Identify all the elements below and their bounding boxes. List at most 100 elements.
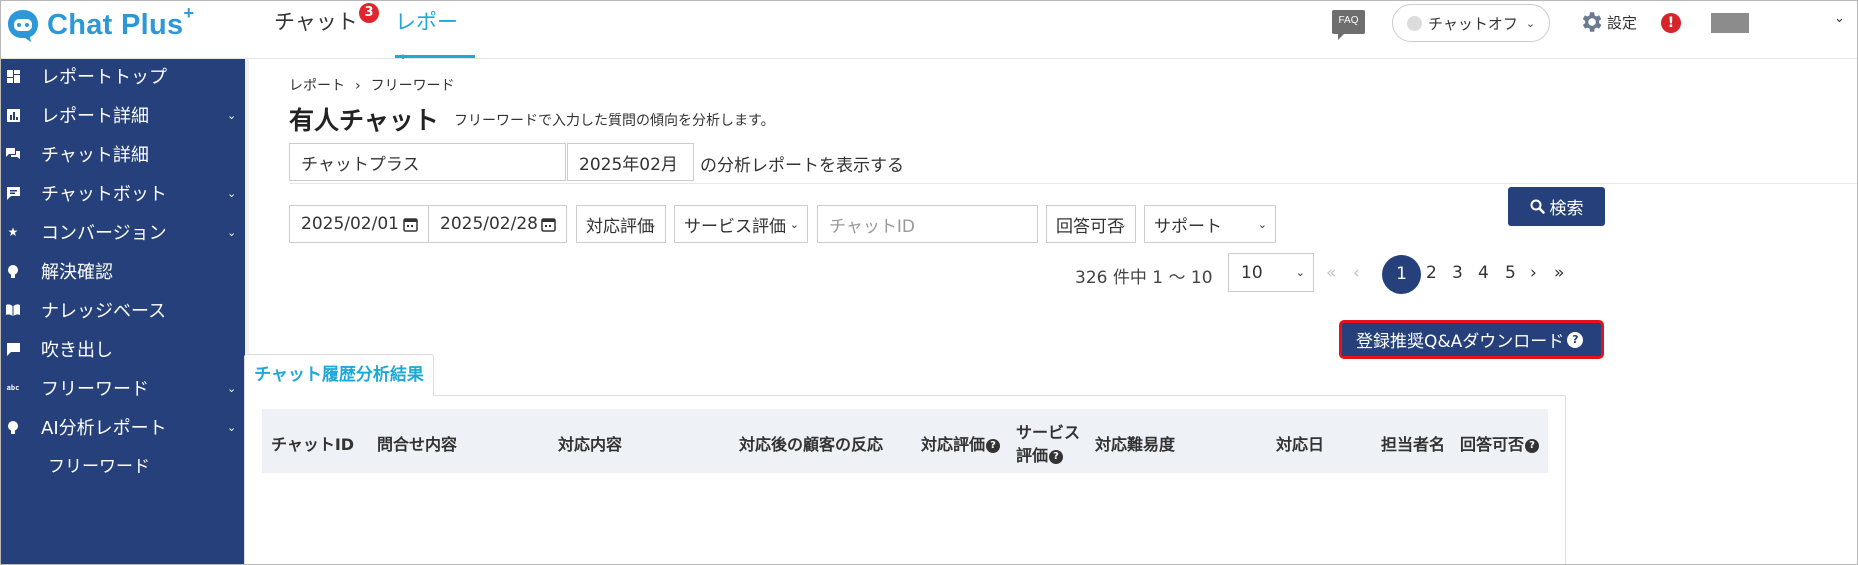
- sidebar-item-label: コンバージョン: [41, 223, 167, 244]
- active-tab-underline: [395, 55, 475, 58]
- column-header-answerable[interactable]: 回答可否?: [1460, 431, 1540, 455]
- tab-report[interactable]: レポート: [395, 1, 475, 76]
- sidebar-item-chatbot[interactable]: チャットボット ⌄: [1, 173, 245, 213]
- date-to-value: 2025/02/28: [440, 214, 538, 234]
- sidebar-item-label: ナレッジベース: [41, 301, 167, 322]
- column-header-response-rating[interactable]: 対応評価?: [921, 431, 1001, 455]
- tab-chat-history-analysis[interactable]: チャット履歴分析結果: [244, 354, 434, 396]
- download-button-label: 登録推奨Q&Aダウンロード: [1356, 332, 1565, 352]
- text-abc-icon: abc: [6, 384, 20, 392]
- column-header-response[interactable]: 対応内容: [558, 431, 622, 455]
- pagination-page-5[interactable]: 5: [1505, 263, 1516, 283]
- answerable-value: 回答可否: [1056, 216, 1124, 237]
- sidebar-item-report-top[interactable]: レポートトップ: [1, 56, 245, 96]
- answerable-select[interactable]: 回答可否 ⌄: [1046, 205, 1136, 243]
- support-value: サポート: [1154, 216, 1222, 237]
- help-icon[interactable]: ?: [1049, 450, 1064, 464]
- pagination-page-4[interactable]: 4: [1478, 263, 1489, 283]
- alert-icon[interactable]: !: [1661, 13, 1681, 33]
- sidebar-item-resolution[interactable]: 解決確認: [1, 251, 245, 291]
- chat-bubbles-icon: [6, 147, 20, 161]
- service-rating-select[interactable]: サービス評価 ⌄: [674, 205, 808, 243]
- pagination-page-1[interactable]: 1: [1382, 255, 1421, 294]
- help-icon[interactable]: ?: [1567, 331, 1584, 348]
- sidebar-item-conversion[interactable]: ★ コンバージョン ⌄: [1, 212, 245, 252]
- user-menu-chevron-icon[interactable]: ⌄: [1834, 11, 1845, 26]
- chat-status-dropdown[interactable]: チャットオフ ⌄: [1392, 4, 1550, 42]
- pagination-page-3[interactable]: 3: [1452, 263, 1463, 283]
- chevron-down-icon: ⌄: [1117, 217, 1127, 231]
- open-book-icon: [6, 303, 20, 317]
- column-header-difficulty[interactable]: 対応難易度: [1095, 431, 1175, 455]
- pagination-first[interactable]: «: [1326, 263, 1336, 283]
- sidebar-item-ai-report[interactable]: AI分析レポート ⌄: [1, 407, 245, 447]
- column-header-customer-reaction[interactable]: 対応後の顧客の反応: [739, 431, 883, 455]
- sidebar-item-chat-detail[interactable]: チャット詳細: [1, 134, 245, 174]
- chart-icon: [6, 108, 20, 122]
- breadcrumb: レポート › フリーワード: [289, 75, 455, 95]
- support-select[interactable]: サポート ⌄: [1144, 205, 1276, 243]
- chat-id-placeholder: チャットID: [829, 216, 915, 237]
- faq-icon[interactable]: FAQ: [1332, 10, 1365, 40]
- download-recommended-qa-button[interactable]: 登録推奨Q&Aダウンロード ?: [1339, 320, 1604, 359]
- per-page-select[interactable]: 10 ⌄: [1228, 253, 1314, 292]
- date-from-input[interactable]: 2025/02/01: [289, 205, 429, 243]
- status-dot-icon: [1407, 15, 1422, 31]
- service-rating-value: サービス評価: [684, 216, 786, 237]
- pagination-page-2[interactable]: 2: [1426, 263, 1437, 283]
- sidebar-item-freeword[interactable]: abc フリーワード ⌄: [1, 368, 245, 408]
- chevron-down-icon: ⌄: [227, 186, 237, 200]
- logo-text: Chat Plus: [47, 8, 184, 41]
- column-header-chat-id[interactable]: チャットID: [271, 431, 354, 455]
- lightbulb-icon: [6, 420, 20, 434]
- tab-chat[interactable]: チャット: [274, 1, 358, 57]
- top-header: Chat Plus + チャット 3 レポート FAQ チャットオフ ⌄ 設定 …: [1, 1, 1857, 76]
- sidebar-item-label: 解決確認: [41, 262, 113, 283]
- calendar-icon: [403, 218, 418, 232]
- calendar-icon: [541, 218, 556, 232]
- chevron-down-icon: ⌄: [1295, 266, 1305, 279]
- column-header-service-rating[interactable]: 評価?: [1016, 442, 1064, 466]
- site-select-field[interactable]: チャットプラス: [289, 143, 566, 181]
- chevron-down-icon: ⌄: [227, 381, 237, 395]
- date-to-input[interactable]: 2025/02/28: [428, 205, 567, 243]
- settings-button[interactable]: 設定: [1578, 9, 1637, 35]
- chat-notification-badge: 3: [359, 3, 379, 23]
- response-rating-select[interactable]: 対応評価 ⌄: [576, 205, 666, 243]
- month-suffix-text: の分析レポートを表示する: [700, 156, 904, 176]
- sidebar-item-speech-bubble[interactable]: 吹き出し: [1, 329, 245, 369]
- column-header-agent-name[interactable]: 担当者名: [1381, 431, 1445, 455]
- pagination-prev[interactable]: ‹: [1353, 263, 1360, 283]
- month-picker-field[interactable]: 2025年02月: [567, 143, 694, 181]
- sidebar-subitem-freeword[interactable]: フリーワード: [48, 452, 150, 477]
- help-icon[interactable]: ?: [1525, 439, 1540, 453]
- chat-id-input[interactable]: チャットID: [817, 205, 1038, 243]
- pagination-last[interactable]: »: [1554, 263, 1564, 283]
- app-frame: Chat Plus + チャット 3 レポート FAQ チャットオフ ⌄ 設定 …: [0, 0, 1858, 565]
- column-header-date[interactable]: 対応日: [1276, 431, 1324, 455]
- logo[interactable]: Chat Plus +: [5, 3, 194, 45]
- avatar[interactable]: [1711, 13, 1749, 33]
- chevron-down-icon: ⌄: [227, 225, 237, 239]
- column-header-service-rating-line1[interactable]: サービス: [1016, 419, 1080, 443]
- response-rating-value: 対応評価: [586, 216, 654, 237]
- dashboard-icon: [6, 69, 20, 83]
- breadcrumb-report-link[interactable]: レポート: [289, 78, 345, 94]
- help-icon[interactable]: ?: [986, 439, 1001, 453]
- chevron-down-icon: ⌄: [1257, 217, 1267, 231]
- sidebar-item-label: チャット詳細: [41, 145, 149, 166]
- divider: [289, 183, 1857, 184]
- page-title: 有人チャット: [289, 106, 439, 135]
- sidebar-item-label: フリーワード: [41, 379, 149, 400]
- sidebar-item-label: AI分析レポート: [41, 418, 167, 439]
- column-header-inquiry[interactable]: 問合せ内容: [377, 431, 457, 455]
- sidebar-item-knowledge-base[interactable]: ナレッジベース: [1, 290, 245, 330]
- pagination-next[interactable]: ›: [1530, 263, 1537, 283]
- page-description: フリーワードで入力した質問の傾向を分析します。: [454, 113, 775, 129]
- chevron-down-icon: ⌄: [789, 217, 799, 231]
- breadcrumb-separator: ›: [355, 78, 361, 94]
- sidebar-item-report-detail[interactable]: レポート詳細 ⌄: [1, 95, 245, 135]
- search-button[interactable]: 検索: [1508, 187, 1605, 226]
- sidebar-item-label: チャットボット: [41, 184, 167, 205]
- sidebar-item-label: 吹き出し: [41, 340, 113, 361]
